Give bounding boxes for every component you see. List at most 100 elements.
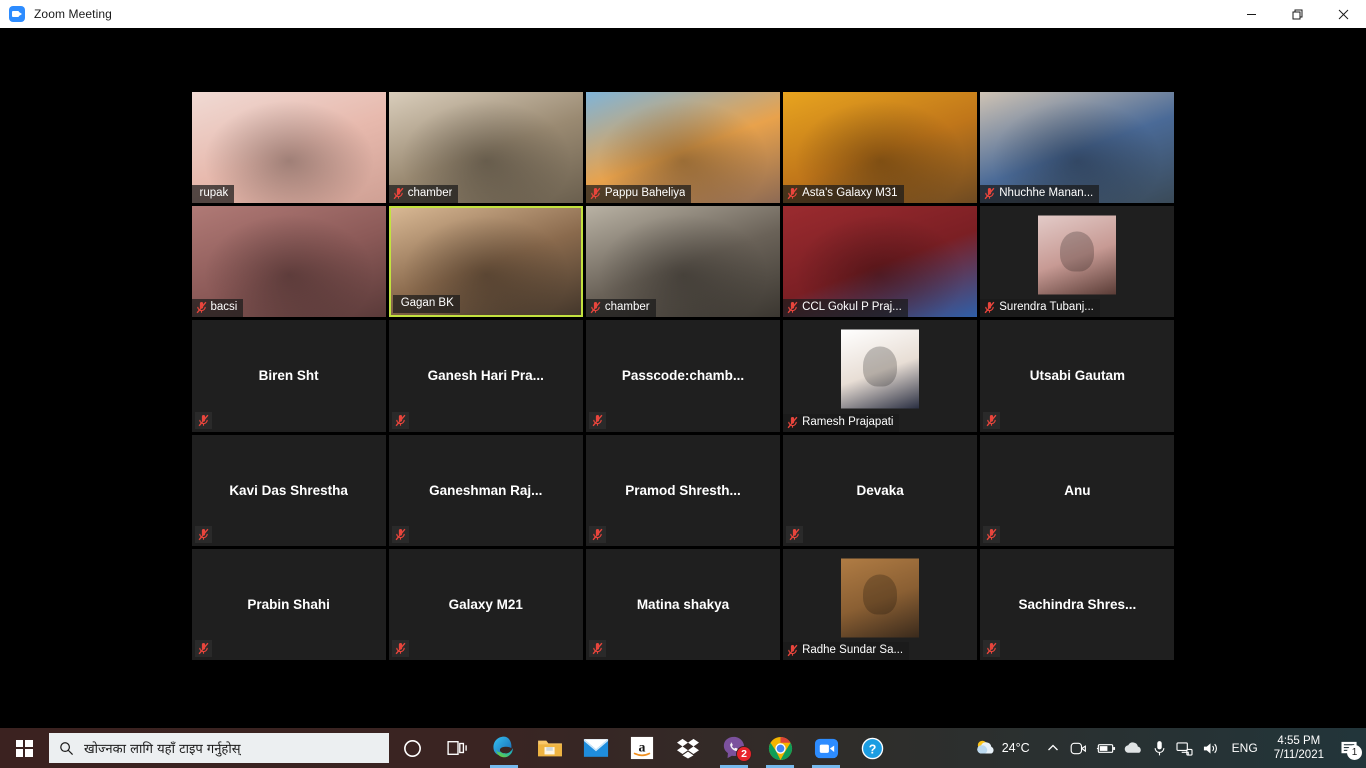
- participant-tile-inner: CCL Gokul P Praj...: [783, 206, 977, 317]
- participant-tile-inner: Passcode:chamb...: [586, 320, 780, 431]
- search-icon: [59, 741, 74, 756]
- window-title: Zoom Meeting: [34, 7, 112, 21]
- participant-tile[interactable]: Kavi Das Shrestha: [190, 433, 387, 547]
- participant-name-chip: chamber: [389, 185, 459, 203]
- participant-name: chamber: [408, 186, 453, 201]
- participant-tile[interactable]: Asta's Galaxy M31: [782, 90, 979, 204]
- google-chrome-icon[interactable]: [757, 728, 803, 768]
- participant-tile[interactable]: Ganeshman Raj...: [387, 433, 584, 547]
- svg-text:a: a: [639, 740, 646, 755]
- restore-icon[interactable]: [1274, 0, 1320, 28]
- onedrive-icon[interactable]: [1120, 728, 1148, 768]
- language-indicator[interactable]: ENG: [1224, 741, 1266, 755]
- participant-tile[interactable]: Sachindra Shres...: [979, 548, 1176, 662]
- participant-name-chip: Surendra Tubanj...: [980, 299, 1100, 317]
- minimize-icon[interactable]: [1228, 0, 1274, 28]
- participant-name: Surendra Tubanj...: [999, 300, 1094, 315]
- search-input[interactable]: खोज्नका लागि यहाँ टाइप गर्नुहोस्: [49, 733, 389, 763]
- participant-tile-inner: Ganesh Hari Pra...: [389, 320, 583, 431]
- participant-gallery-grid: rupak chamber Pappu Baheliya Asta's Galaxy …: [190, 90, 1176, 662]
- mail-icon[interactable]: [573, 728, 619, 768]
- zoom-icon[interactable]: [803, 728, 849, 768]
- participant-tile-inner: Surendra Tubanj...: [980, 206, 1174, 317]
- participant-tile[interactable]: Passcode:chamb...: [584, 319, 781, 433]
- participant-tile[interactable]: Utsabi Gautam: [979, 319, 1176, 433]
- participant-tile-inner: Sachindra Shres...: [980, 549, 1174, 660]
- participant-name-chip: Asta's Galaxy M31: [783, 185, 904, 203]
- zoom-camera-icon: [9, 6, 25, 22]
- participant-name-chip: Nhuchhe Manan...: [980, 185, 1099, 203]
- participant-tile-inner: Utsabi Gautam: [980, 320, 1174, 431]
- mic-muted-icon: [983, 412, 1000, 429]
- participant-tile-inner: Ganeshman Raj...: [389, 435, 583, 546]
- mic-muted-icon: [786, 416, 799, 429]
- start-button[interactable]: [0, 728, 48, 768]
- mic-muted-icon: [786, 187, 799, 200]
- microsoft-edge-icon[interactable]: [481, 728, 527, 768]
- participant-name: Pappu Baheliya: [605, 186, 686, 201]
- participant-tile[interactable]: Pramod Shresth...: [584, 433, 781, 547]
- participant-tile[interactable]: Ganesh Hari Pra...: [387, 319, 584, 433]
- participant-name-chip: Radhe Sundar Sa...: [783, 642, 909, 660]
- zoom-tray-icon[interactable]: [1066, 728, 1092, 768]
- clock[interactable]: 4:55 PM 7/11/2021: [1266, 728, 1332, 768]
- close-icon[interactable]: [1320, 0, 1366, 28]
- participant-tile[interactable]: rupak: [190, 90, 387, 204]
- mic-muted-icon: [195, 526, 212, 543]
- participant-tile[interactable]: Anu: [979, 433, 1176, 547]
- participant-tile[interactable]: Devaka: [782, 433, 979, 547]
- participant-tile-inner: bacsi: [192, 206, 386, 317]
- avatar: [1038, 215, 1116, 294]
- participant-tile[interactable]: Surendra Tubanj...: [979, 204, 1176, 318]
- participant-name: Ramesh Prajapati: [802, 415, 893, 430]
- participant-name: Utsabi Gautam: [980, 320, 1174, 431]
- mic-muted-icon: [983, 301, 996, 314]
- participant-tile[interactable]: Radhe Sundar Sa...: [782, 548, 979, 662]
- windows-logo-icon: [16, 740, 33, 757]
- chevron-up-icon[interactable]: [1040, 728, 1066, 768]
- participant-tile-inner: Pappu Baheliya: [586, 92, 780, 203]
- mic-muted-icon: [392, 526, 409, 543]
- notification-icon[interactable]: 1: [1332, 728, 1366, 768]
- file-explorer-icon[interactable]: [527, 728, 573, 768]
- participant-tile[interactable]: CCL Gokul P Praj...: [782, 204, 979, 318]
- temperature-label: 24°C: [998, 741, 1040, 755]
- dropbox-icon[interactable]: [665, 728, 711, 768]
- participant-tile[interactable]: Gagan BK: [387, 204, 584, 318]
- participant-tile[interactable]: Prabin Shahi: [190, 548, 387, 662]
- viber-icon[interactable]: 2: [711, 728, 757, 768]
- participant-name: Ganesh Hari Pra...: [389, 320, 583, 431]
- help-icon[interactable]: ?: [849, 728, 895, 768]
- participant-tile[interactable]: Ramesh Prajapati: [782, 319, 979, 433]
- participant-tile[interactable]: Matina shakya: [584, 548, 781, 662]
- cortana-icon[interactable]: [389, 728, 435, 768]
- notification-count: 1: [1347, 745, 1362, 760]
- battery-icon[interactable]: [1092, 728, 1120, 768]
- participant-tile[interactable]: Biren Sht: [190, 319, 387, 433]
- mic-muted-icon: [195, 301, 208, 314]
- clock-time: 4:55 PM: [1277, 734, 1320, 748]
- mic-muted-icon: [983, 640, 1000, 657]
- participant-tile[interactable]: Nhuchhe Manan...: [979, 90, 1176, 204]
- window-controls: [1228, 0, 1366, 28]
- meeting-stage: rupak chamber Pappu Baheliya Asta's Galaxy …: [0, 28, 1366, 728]
- participant-tile-inner: Anu: [980, 435, 1174, 546]
- volume-icon[interactable]: [1198, 728, 1224, 768]
- participant-name: Biren Sht: [192, 320, 386, 431]
- participant-tile[interactable]: Pappu Baheliya: [584, 90, 781, 204]
- partly-cloudy-icon[interactable]: [966, 728, 998, 768]
- task-view-icon[interactable]: [435, 728, 481, 768]
- microphone-icon[interactable]: [1148, 728, 1172, 768]
- participant-tile-inner: Nhuchhe Manan...: [980, 92, 1174, 203]
- network-icon[interactable]: [1172, 728, 1198, 768]
- participant-name: Passcode:chamb...: [586, 320, 780, 431]
- participant-name-chip: Gagan BK: [393, 295, 460, 313]
- participant-tile[interactable]: chamber: [387, 90, 584, 204]
- window-title-bar: Zoom Meeting: [0, 0, 1366, 28]
- participant-name: Sachindra Shres...: [980, 549, 1174, 660]
- participant-tile[interactable]: chamber: [584, 204, 781, 318]
- participant-tile[interactable]: bacsi: [190, 204, 387, 318]
- participant-name: bacsi: [211, 300, 238, 315]
- amazon-icon[interactable]: a: [619, 728, 665, 768]
- participant-tile[interactable]: Galaxy M21: [387, 548, 584, 662]
